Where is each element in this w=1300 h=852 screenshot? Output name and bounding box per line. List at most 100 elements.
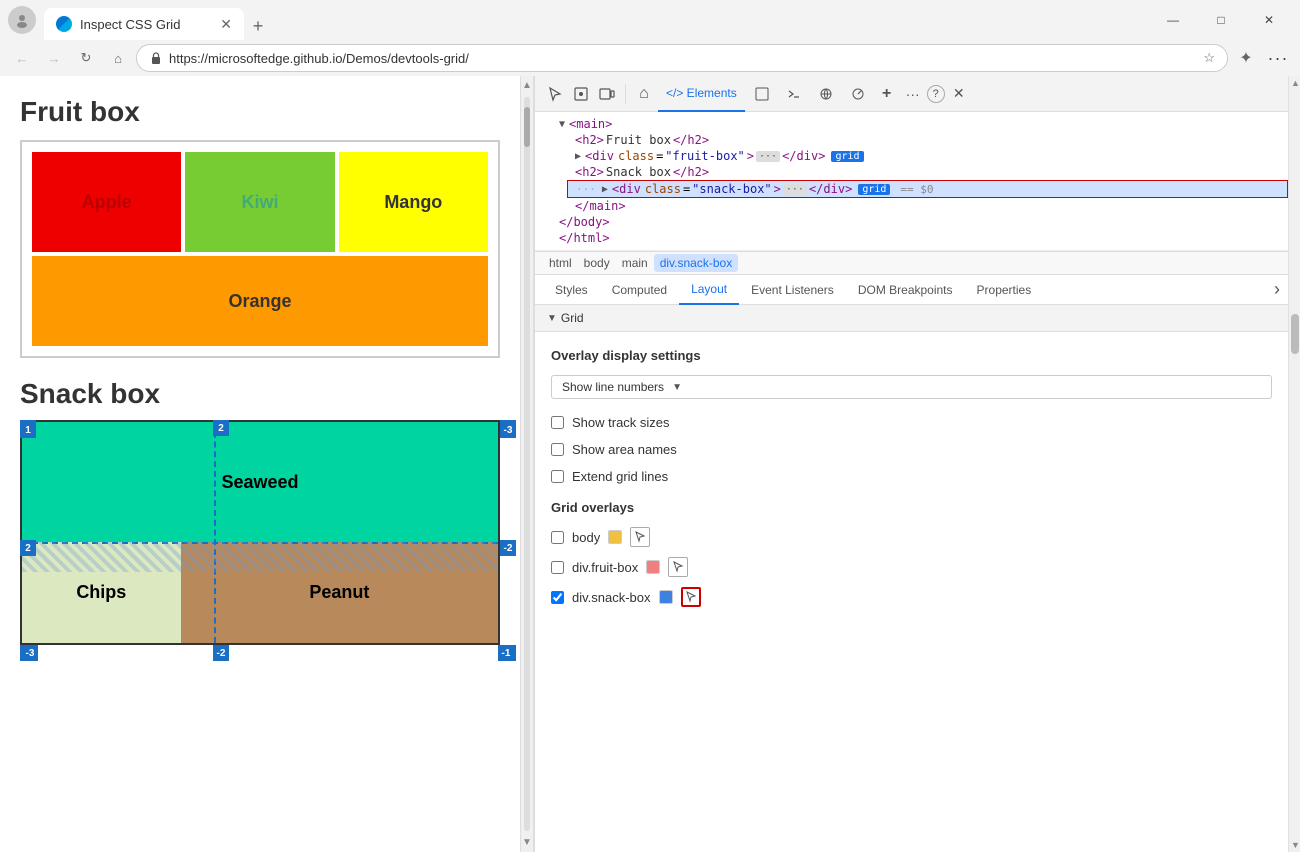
overlay-snack-color[interactable] xyxy=(659,590,673,604)
home-devtools-icon[interactable]: ⌂ xyxy=(632,82,656,106)
profile-icon[interactable] xyxy=(8,6,36,34)
collapse-fruit-triangle[interactable]: ▶ xyxy=(575,151,581,162)
panel-tabs-more-icon[interactable]: › xyxy=(1274,279,1280,300)
grid-badge-snack[interactable]: grid xyxy=(858,184,890,195)
grid-label-bottom-n3: -3 xyxy=(22,645,38,661)
home-button[interactable]: ⌂ xyxy=(104,44,132,72)
mango-item: Mango xyxy=(339,152,488,252)
tab-close-button[interactable]: ✕ xyxy=(220,16,232,33)
grid-badge-fruit[interactable]: grid xyxy=(831,151,863,162)
orange-item: Orange xyxy=(32,256,488,346)
dom-h2-fruit[interactable]: <h2>Fruit box</h2> xyxy=(567,132,1288,148)
close-button[interactable]: ✕ xyxy=(1246,4,1292,36)
scroll-down-arrow[interactable]: ▼ xyxy=(520,835,534,850)
extend-grid-lines-checkbox[interactable] xyxy=(551,470,564,483)
maximize-button[interactable]: □ xyxy=(1198,4,1244,36)
overlay-snack-row: div.snack-box xyxy=(551,587,1272,607)
chips-item: Chips xyxy=(22,542,181,643)
dom-snack-div[interactable]: ··· ▶ <div class="snack-box" > ··· </div… xyxy=(567,180,1288,198)
overlay-body-color[interactable] xyxy=(608,530,622,544)
show-area-names-checkbox[interactable] xyxy=(551,443,564,456)
dt-scroll-down[interactable]: ▼ xyxy=(1289,838,1300,852)
overlay-body-inspect-icon[interactable] xyxy=(630,527,650,547)
dom-body-close[interactable]: </body> xyxy=(551,214,1288,230)
browser-window: Inspect CSS Grid ✕ + — □ ✕ ← → ↻ ⌂ https… xyxy=(0,0,1300,852)
overlay-snack-label[interactable]: div.snack-box xyxy=(572,590,651,605)
show-track-sizes-label[interactable]: Show track sizes xyxy=(572,415,670,430)
window-controls: — □ ✕ xyxy=(1150,4,1292,36)
add-panel-icon[interactable]: + xyxy=(875,82,899,106)
device-emulation-icon[interactable] xyxy=(595,82,619,106)
dom-tree: ▼ <main> <h2>Fruit box</h2> ▶ <div class… xyxy=(535,112,1288,251)
overlay-fruit-inspect-icon[interactable] xyxy=(668,557,688,577)
grid-label-bottom-n2: -2 xyxy=(213,645,229,661)
devtools-scrollbar: ▲ ▼ xyxy=(1288,76,1300,852)
show-area-names-label[interactable]: Show area names xyxy=(572,442,677,457)
breadcrumb-snack-box[interactable]: div.snack-box xyxy=(654,254,738,272)
collapse-triangle[interactable]: ▼ xyxy=(559,119,565,130)
cursor-inspect-icon-2 xyxy=(672,561,684,573)
scroll-up-arrow[interactable]: ▲ xyxy=(520,78,534,93)
overlay-fruit-label[interactable]: div.fruit-box xyxy=(572,560,638,575)
breadcrumb-main[interactable]: main xyxy=(616,254,654,272)
tab-layout[interactable]: Layout xyxy=(679,275,739,305)
active-tab[interactable]: Inspect CSS Grid ✕ xyxy=(44,8,244,40)
more-panels-icon[interactable]: ··· xyxy=(901,82,925,106)
tab-event-listeners[interactable]: Event Listeners xyxy=(739,275,846,305)
tab-styles[interactable]: Styles xyxy=(543,275,600,305)
dt-scroll-thumb[interactable] xyxy=(1291,314,1299,354)
breadcrumb-body[interactable]: body xyxy=(578,254,616,272)
help-icon[interactable]: ? xyxy=(927,85,945,103)
overlay-fruit-color[interactable] xyxy=(646,560,660,574)
new-tab-button[interactable]: + xyxy=(244,12,272,40)
elements-tab[interactable]: </> Elements xyxy=(658,76,745,112)
favorite-icon[interactable]: ☆ xyxy=(1203,50,1215,66)
collections-button[interactable]: ✦ xyxy=(1232,44,1260,72)
sources-tab[interactable] xyxy=(779,76,809,112)
overlay-body-label[interactable]: body xyxy=(572,530,600,545)
grid-label-left-1: 1 xyxy=(20,422,36,438)
scroll-track xyxy=(524,97,530,831)
more-button[interactable]: ··· xyxy=(1264,44,1292,72)
dom-main-close[interactable]: </main> xyxy=(567,198,1288,214)
overlay-snack-inspect-icon[interactable] xyxy=(681,587,701,607)
extend-grid-lines-row: Extend grid lines xyxy=(551,469,1272,484)
dom-h2-snack[interactable]: <h2>Snack box</h2> xyxy=(567,164,1288,180)
cursor-tool-icon[interactable] xyxy=(543,82,567,106)
dom-html-close[interactable]: </html> xyxy=(551,230,1288,246)
snack-box-title: Snack box xyxy=(20,378,500,410)
tab-properties[interactable]: Properties xyxy=(965,275,1044,305)
tab-computed[interactable]: Computed xyxy=(600,275,679,305)
dom-main-open[interactable]: ▼ <main> xyxy=(551,116,1288,132)
collapse-snack-triangle[interactable]: ▶ xyxy=(602,184,608,195)
tab-dom-breakpoints[interactable]: DOM Breakpoints xyxy=(846,275,965,305)
dom-fruit-div[interactable]: ▶ <div class="fruit-box" > ··· </div> gr… xyxy=(567,148,1288,164)
console-tab[interactable] xyxy=(747,76,777,112)
url-bar[interactable]: https://microsoftedge.github.io/Demos/de… xyxy=(136,44,1228,72)
overlay-fruit-checkbox[interactable] xyxy=(551,561,564,574)
devtools-panel: ⌂ </> Elements + ··· ? ✕ xyxy=(534,76,1288,852)
line-numbers-dropdown[interactable]: Show line numbers ▼ xyxy=(551,375,1272,399)
extend-grid-lines-label[interactable]: Extend grid lines xyxy=(572,469,668,484)
network-tab[interactable] xyxy=(811,76,841,112)
inspect-element-icon[interactable] xyxy=(569,82,593,106)
refresh-button[interactable]: ↻ xyxy=(72,44,100,72)
dt-scroll-up[interactable]: ▲ xyxy=(1289,76,1300,90)
scroll-thumb[interactable] xyxy=(524,107,530,147)
minimize-button[interactable]: — xyxy=(1150,4,1196,36)
lock-icon xyxy=(149,51,163,65)
overlay-body-checkbox[interactable] xyxy=(551,531,564,544)
overlay-display-title: Overlay display settings xyxy=(551,348,1272,363)
grid-section-header[interactable]: ▼ Grid xyxy=(535,305,1288,332)
overlay-body-row: body xyxy=(551,527,1272,547)
url-text: https://microsoftedge.github.io/Demos/de… xyxy=(169,51,1197,66)
breadcrumb-html[interactable]: html xyxy=(543,254,578,272)
performance-tab[interactable] xyxy=(843,76,873,112)
forward-button[interactable]: → xyxy=(40,44,68,72)
cursor-inspect-icon xyxy=(634,531,646,543)
grid-label-top-2: 2 xyxy=(213,420,229,436)
back-button[interactable]: ← xyxy=(8,44,36,72)
overlay-snack-checkbox[interactable] xyxy=(551,591,564,604)
close-devtools-icon[interactable]: ✕ xyxy=(947,82,971,106)
show-track-sizes-checkbox[interactable] xyxy=(551,416,564,429)
